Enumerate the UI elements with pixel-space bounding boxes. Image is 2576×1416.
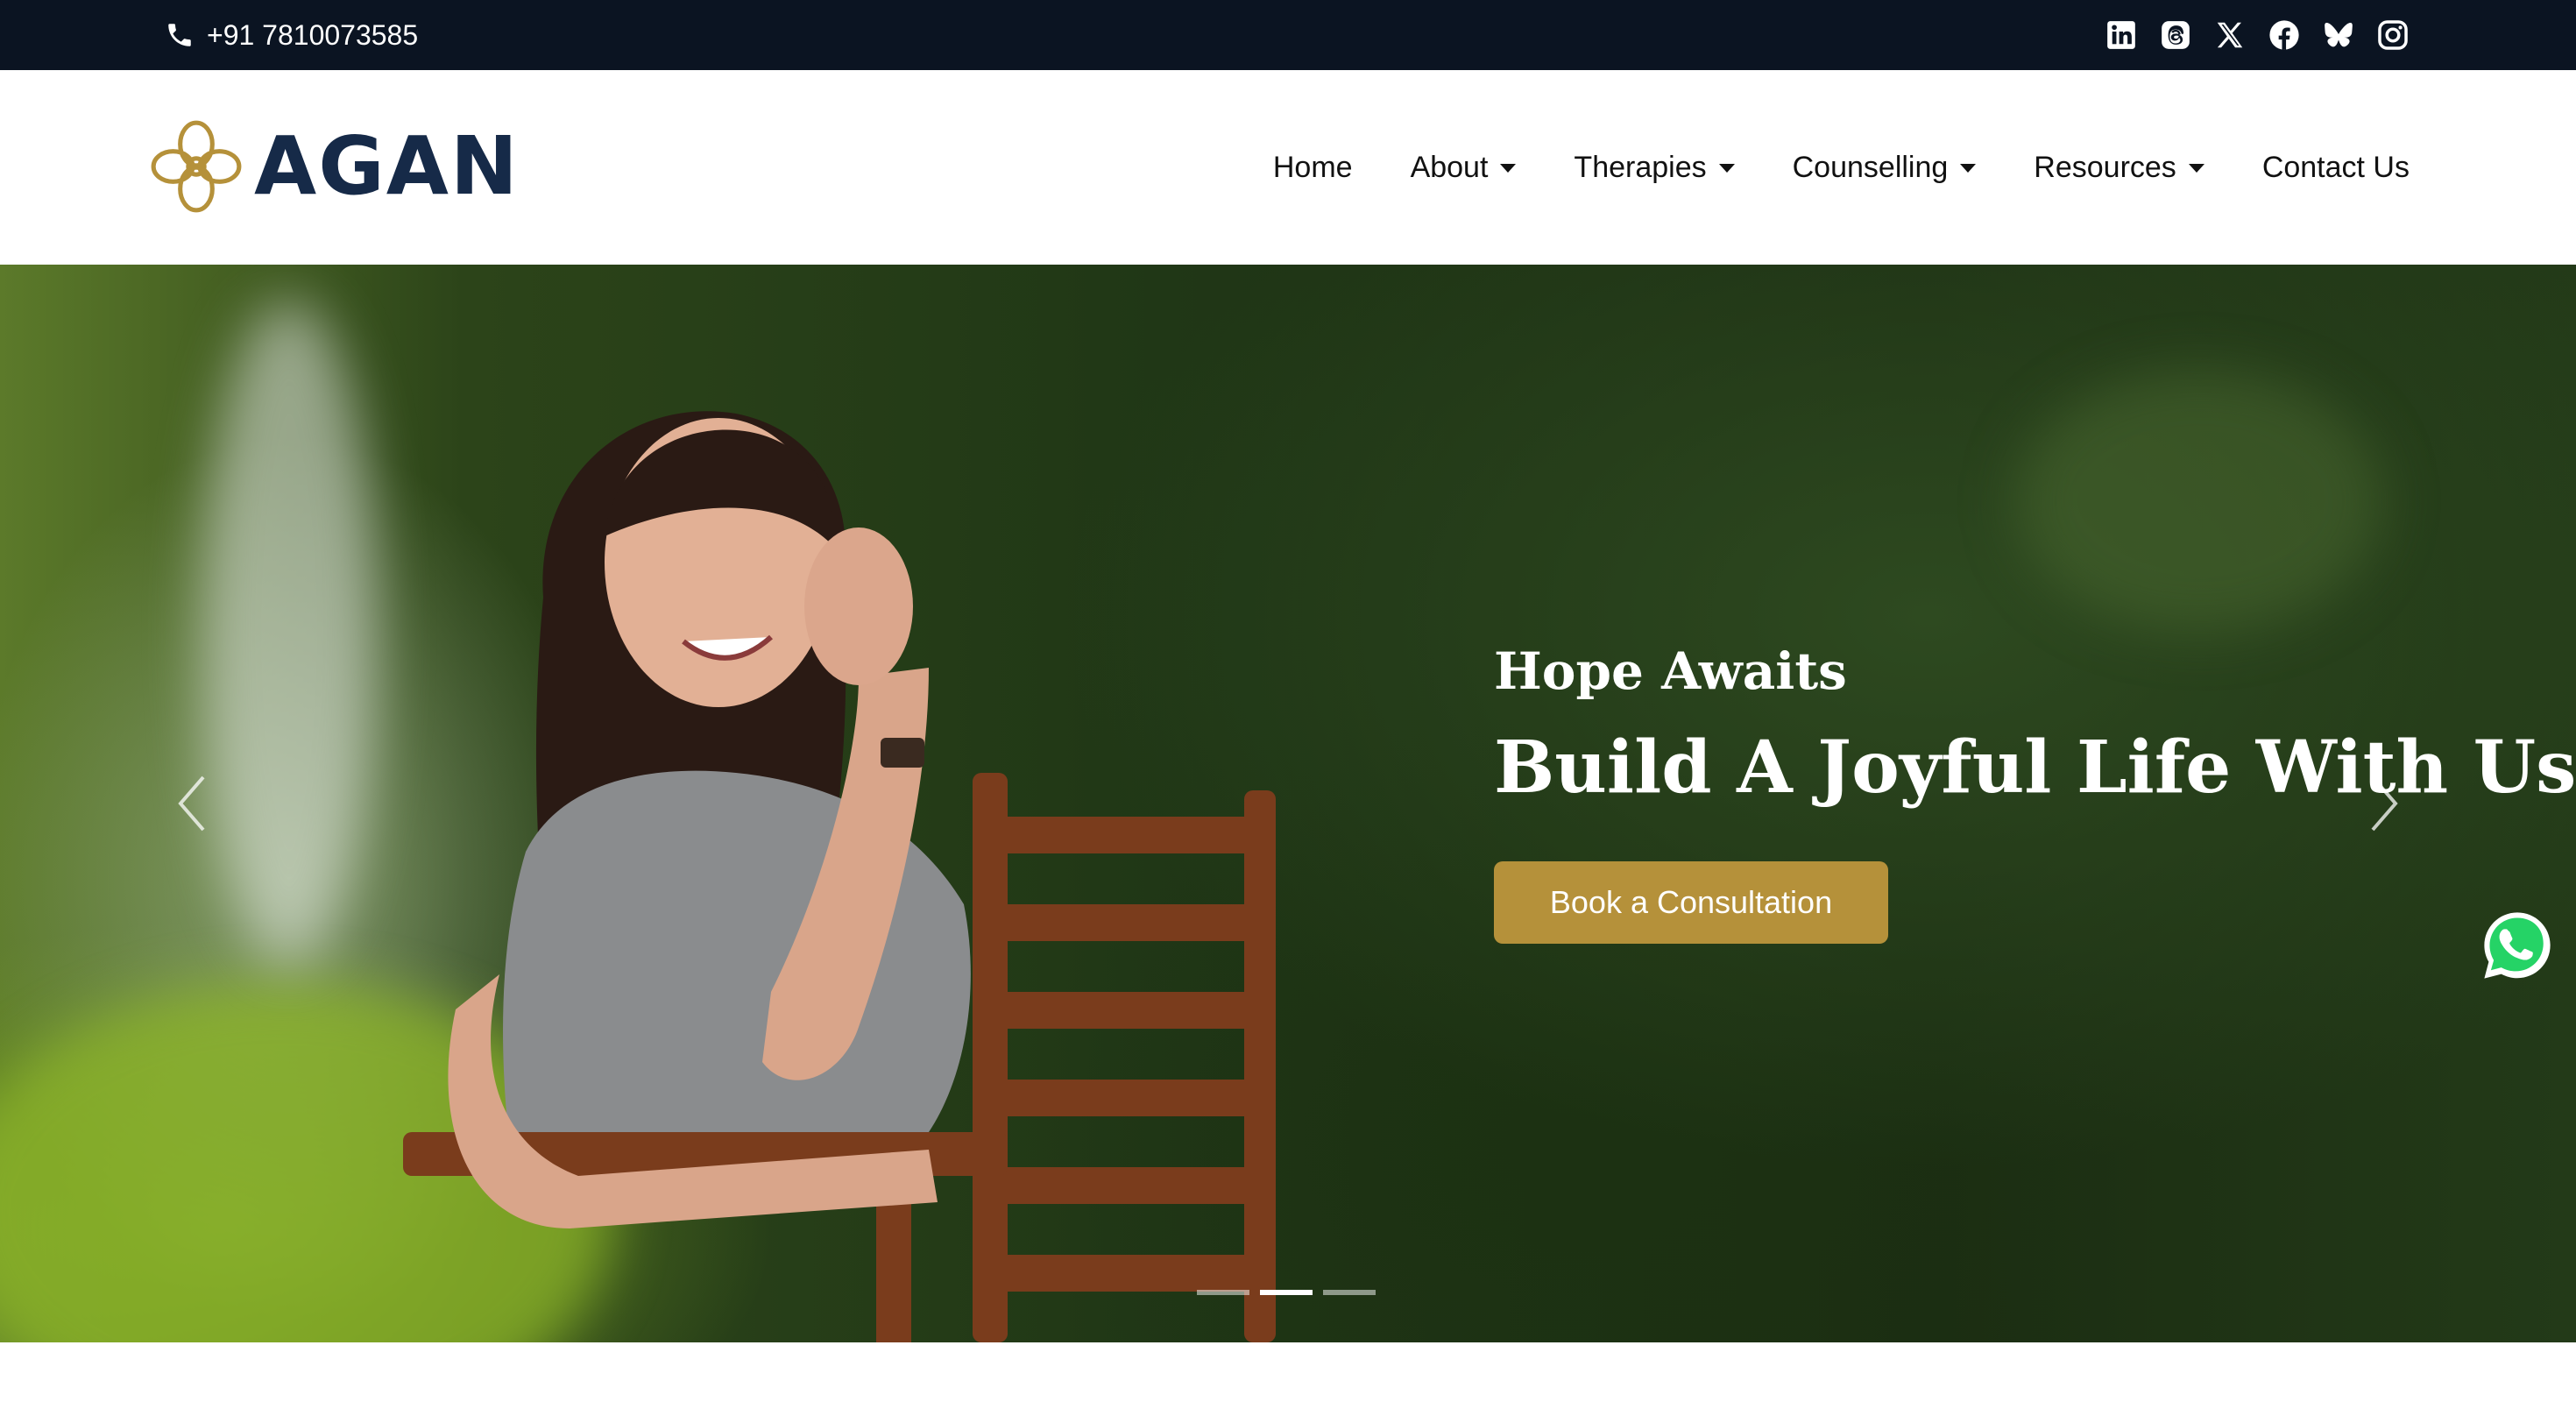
hero-photo-woman-on-bench	[403, 411, 1276, 1342]
social-links	[2105, 0, 2410, 70]
caret-down-icon	[2188, 164, 2204, 173]
x-link[interactable]	[2213, 18, 2247, 52]
brain-flower-logo-icon	[151, 120, 242, 213]
whatsapp-icon	[2484, 912, 2551, 979]
site-header: AGAN Home About Therapies Counselling Re…	[0, 70, 2576, 265]
nav-home[interactable]: Home	[1273, 151, 1353, 185]
threads-link[interactable]	[2159, 18, 2192, 52]
hero-eyebrow: Hope Awaits	[1494, 641, 1847, 701]
nav-contact-us[interactable]: Contact Us	[2262, 151, 2410, 185]
hero-carousel: Hope Awaits Build A Joyful Life With Us …	[0, 265, 2576, 1342]
instagram-link[interactable]	[2376, 18, 2410, 52]
phone-contact[interactable]: +91 7810073585	[165, 0, 418, 70]
background-foliage	[2015, 370, 2383, 633]
threads-icon	[2162, 21, 2190, 49]
bluesky-link[interactable]	[2322, 18, 2355, 52]
instagram-icon	[2378, 20, 2408, 50]
caret-down-icon	[1960, 164, 1977, 173]
nav-home-label: Home	[1272, 150, 1353, 184]
carousel-indicator-3[interactable]	[1323, 1290, 1376, 1295]
nav-about[interactable]: About	[1411, 151, 1517, 185]
hero-caption: Hope Awaits Build A Joyful Life With Us …	[1494, 646, 2576, 944]
facebook-link[interactable]	[2268, 18, 2301, 52]
nav-counselling[interactable]: Counselling	[1793, 151, 1977, 185]
nav-counselling-label: Counselling	[1792, 150, 1949, 184]
main-nav: Home About Therapies Counselling Resourc…	[1273, 70, 2410, 265]
nav-therapies-label: Therapies	[1574, 150, 1707, 184]
hero-headline: Build A Joyful Life With Us	[1494, 726, 2576, 810]
page-content-start	[0, 1342, 2576, 1416]
book-consultation-button[interactable]: Book a Consultation	[1494, 861, 1888, 944]
chevron-left-icon	[178, 775, 205, 832]
background-foliage	[202, 300, 377, 966]
linkedin-link[interactable]	[2105, 18, 2138, 52]
carousel-indicator-2[interactable]	[1260, 1290, 1313, 1295]
bluesky-icon	[2325, 23, 2353, 47]
top-bar: +91 7810073585	[0, 0, 2576, 70]
x-icon	[2217, 22, 2243, 48]
nav-resources[interactable]: Resources	[2034, 151, 2204, 185]
facebook-icon	[2269, 20, 2299, 50]
carousel-indicator-1[interactable]	[1197, 1290, 1249, 1295]
whatsapp-chat-button[interactable]	[2480, 908, 2555, 983]
nav-resources-label: Resources	[2034, 150, 2176, 184]
nav-contact-us-label: Contact Us	[2261, 150, 2410, 184]
nav-therapies[interactable]: Therapies	[1574, 150, 1735, 185]
caret-down-icon	[1500, 164, 1517, 173]
phone-number: +91 7810073585	[207, 18, 419, 51]
carousel-prev-button[interactable]	[166, 768, 219, 839]
site-logo[interactable]: AGAN	[151, 116, 520, 217]
logo-wordmark: AGAN	[254, 119, 520, 213]
caret-down-icon	[1718, 164, 1735, 173]
phone-icon	[168, 24, 191, 46]
nav-about-label: About	[1410, 150, 1489, 184]
linkedin-icon	[2107, 21, 2135, 49]
carousel-indicators	[1197, 1290, 1376, 1295]
